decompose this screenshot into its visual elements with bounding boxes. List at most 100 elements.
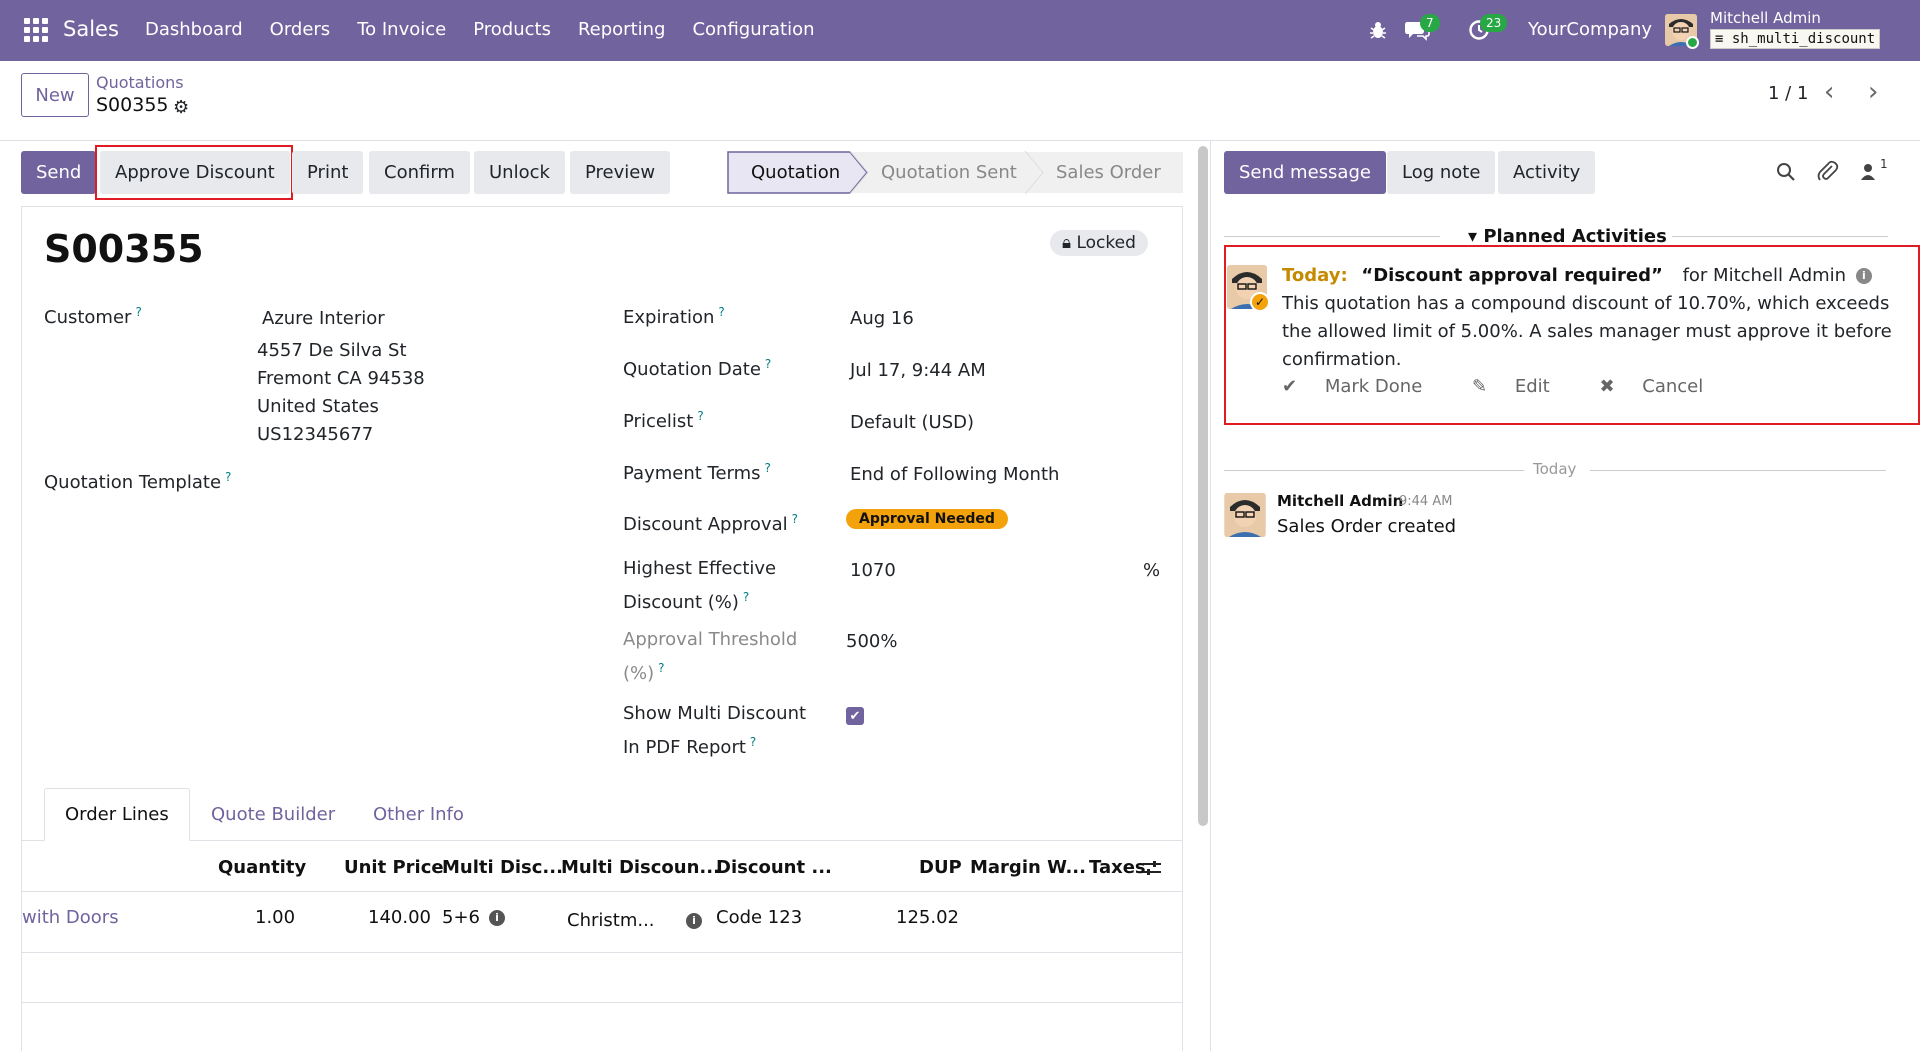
gear-icon[interactable]: ⚙ [173, 97, 189, 118]
planned-activities-toggle[interactable]: ▾ Planned Activities [1468, 226, 1667, 247]
approval-threshold-label: Approval Threshold (%)? [623, 626, 797, 688]
column-header-dup[interactable]: DUP [919, 857, 962, 878]
message-time: 9:44 AM [1399, 494, 1453, 509]
attachment-icon[interactable] [1817, 160, 1839, 184]
column-header-unit-price[interactable]: Unit Price [344, 857, 444, 878]
payment-terms-field[interactable]: End of Following Month [850, 461, 1059, 489]
activity-button[interactable]: Activity [1498, 151, 1596, 194]
highest-discount-label: Highest Effective Discount (%)? [623, 555, 776, 617]
bug-icon[interactable] [1369, 20, 1387, 40]
unlock-button[interactable]: Unlock [474, 151, 565, 194]
customer-address-line: Fremont CA 94538 [257, 368, 425, 389]
menu-products[interactable]: Products [473, 19, 551, 40]
mark-done-link[interactable]: ✔ Mark Done [1282, 376, 1444, 397]
help-icon[interactable]: ? [718, 305, 724, 319]
show-multi-discount-checkbox[interactable]: ✔ [846, 707, 864, 725]
column-header-margin[interactable]: Margin W... [970, 857, 1086, 878]
customer-label-text: Customer [44, 307, 132, 328]
discount-approval-label-text: Discount Approval [623, 514, 788, 535]
column-header-discount-code[interactable]: Discount ... [716, 857, 832, 878]
confirm-button[interactable]: Confirm [369, 151, 470, 194]
company-switcher[interactable]: YourCompany [1528, 19, 1652, 40]
send-message-button[interactable]: Send message [1224, 151, 1386, 194]
activity-done-check-icon: ✓ [1250, 292, 1270, 312]
cancel-activity-link[interactable]: ✖ Cancel [1599, 376, 1725, 397]
column-header-quantity[interactable]: Quantity [218, 857, 306, 878]
help-icon[interactable]: ? [658, 661, 664, 675]
help-icon[interactable]: ? [792, 512, 798, 526]
menu-to-invoice[interactable]: To Invoice [357, 19, 446, 40]
app-brand[interactable]: Sales [63, 17, 119, 41]
help-icon[interactable]: ? [765, 461, 771, 475]
menu-dashboard[interactable]: Dashboard [145, 19, 243, 40]
column-header-taxes[interactable]: Taxes [1089, 857, 1146, 878]
stage-quotation[interactable]: Quotation [751, 151, 840, 194]
cell-multi-discount-name[interactable]: Christm... [567, 910, 655, 931]
edit-activity-link[interactable]: ✎ Edit [1472, 376, 1572, 397]
help-icon[interactable]: ? [743, 590, 749, 604]
help-icon[interactable]: ? [697, 409, 703, 423]
stage-sales-order[interactable]: Sales Order [1056, 151, 1161, 194]
info-icon[interactable]: i [489, 910, 505, 926]
menu-orders[interactable]: Orders [270, 19, 331, 40]
customer-vat: US12345677 [257, 424, 374, 445]
cell-multi-disc[interactable]: 5+6 [442, 907, 480, 928]
search-icon[interactable] [1776, 162, 1796, 182]
column-header-multi-disc[interactable]: Multi Disc... [442, 857, 563, 878]
expiration-field[interactable]: Aug 16 [850, 305, 914, 333]
optional-columns-icon[interactable] [1142, 859, 1162, 877]
menu-configuration[interactable]: Configuration [692, 19, 814, 40]
cell-product[interactable]: with Doors [22, 907, 119, 928]
discount-approval-label: Discount Approval? [623, 505, 798, 539]
mark-done-label: Mark Done [1324, 376, 1423, 397]
tabs-divider [22, 840, 1182, 841]
help-icon[interactable]: ? [750, 735, 756, 749]
customer-name[interactable]: Azure Interior [262, 305, 385, 333]
log-note-button[interactable]: Log note [1387, 151, 1496, 194]
planned-activities-line [1224, 236, 1440, 237]
preview-button[interactable]: Preview [570, 151, 671, 194]
help-icon[interactable]: ? [225, 470, 231, 484]
activities-badge: 23 [1480, 14, 1508, 32]
message-body: Sales Order created [1277, 516, 1457, 537]
customer-address-line: 4557 De Silva St [257, 340, 407, 361]
table-row-divider [22, 952, 1182, 953]
approval-threshold-label-line: Approval Threshold [623, 629, 798, 650]
form-scrollbar[interactable] [1198, 146, 1208, 826]
pager-next-icon[interactable]: › [1868, 79, 1878, 105]
followers-icon[interactable] [1860, 162, 1876, 182]
stage-quotation-sent[interactable]: Quotation Sent [881, 151, 1017, 194]
pager-prev-icon[interactable]: ‹ [1824, 79, 1834, 105]
print-button[interactable]: Print [292, 151, 364, 194]
activity-info-icon[interactable]: i [1855, 268, 1872, 284]
pager-value[interactable]: 1 / 1 [1768, 83, 1808, 104]
info-icon[interactable]: i [686, 913, 702, 929]
cell-unit-price[interactable]: 140.00 [368, 907, 431, 928]
tab-order-lines[interactable]: Order Lines [44, 788, 190, 841]
tab-quote-builder[interactable]: Quote Builder [211, 788, 335, 841]
highest-discount-field[interactable]: 1070 [850, 557, 896, 585]
quotation-date-field[interactable]: Jul 17, 9:44 AM [850, 357, 986, 385]
user-name[interactable]: Mitchell Admin [1710, 10, 1821, 27]
activity-summary[interactable]: “Discount approval required” [1361, 265, 1662, 286]
help-icon[interactable]: ? [765, 357, 771, 371]
menu-reporting[interactable]: Reporting [578, 19, 666, 40]
new-button[interactable]: New [21, 73, 89, 117]
date-separator-line [1590, 470, 1886, 471]
apps-grid-icon[interactable] [24, 18, 48, 42]
cell-discount-code[interactable]: Code 123 [716, 907, 802, 928]
breadcrumb-quotations[interactable]: Quotations [96, 73, 184, 92]
help-icon[interactable]: ? [135, 305, 141, 319]
cell-quantity[interactable]: 1.00 [255, 907, 295, 928]
highest-discount-label-line: Discount (%) [623, 592, 739, 613]
send-button[interactable]: Send [21, 151, 97, 194]
cell-dup[interactable]: 125.02 [896, 907, 959, 928]
show-multi-discount-label: Show Multi Discount In PDF Report? [623, 700, 806, 762]
pricelist-field[interactable]: Default (USD) [850, 409, 974, 437]
message-author[interactable]: Mitchell Admin [1277, 492, 1403, 510]
message-author-avatar[interactable] [1224, 493, 1266, 537]
pricelist-label-text: Pricelist [623, 411, 694, 432]
tab-other-info[interactable]: Other Info [373, 788, 464, 841]
online-status-dot [1686, 36, 1699, 49]
column-header-multi-discount-name[interactable]: Multi Discoun... [561, 857, 720, 878]
